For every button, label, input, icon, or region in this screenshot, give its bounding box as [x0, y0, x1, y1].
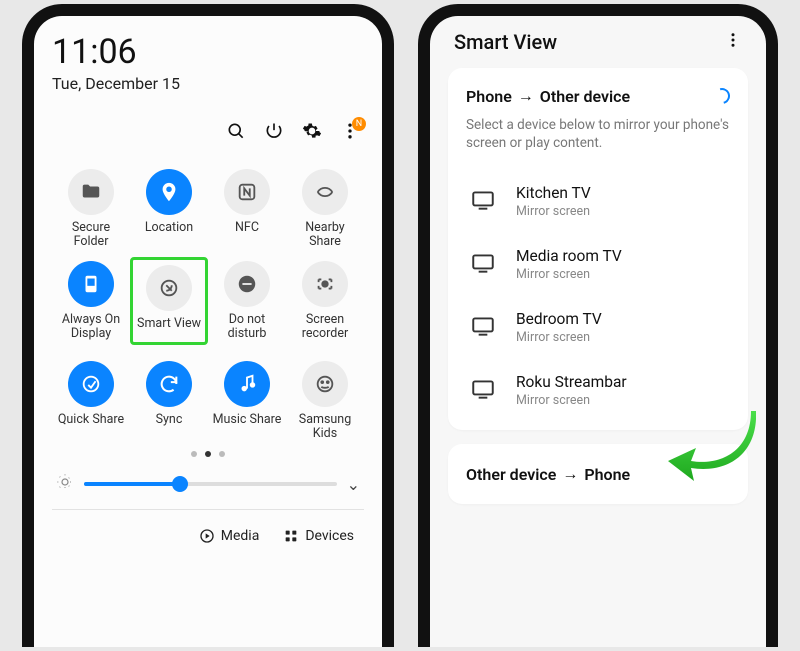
qs-toggle-always-on[interactable]: Always On Display	[52, 261, 130, 351]
smart-view-header: Smart View	[448, 26, 748, 68]
tv-icon	[470, 187, 496, 217]
device-mode: Mirror screen	[516, 267, 622, 282]
qshare-icon	[68, 361, 114, 407]
qs-toggle-label: Secure Folder	[56, 221, 126, 251]
device-item[interactable]: Bedroom TV Mirror screen	[466, 296, 730, 359]
tv-icon	[470, 313, 496, 343]
cast-icon	[146, 265, 192, 311]
qs-toggle-dnd[interactable]: Do not disturb	[208, 261, 286, 351]
loading-spinner-icon	[711, 85, 733, 107]
qs-toggle-label: NFC	[235, 221, 259, 251]
quick-settings-panel: 11:06 Tue, December 15 N Secure Folder Lo…	[22, 4, 394, 647]
brightness-icon	[56, 473, 74, 495]
brightness-slider[interactable]	[84, 482, 337, 486]
search-icon[interactable]	[226, 121, 246, 145]
device-name: Bedroom TV	[516, 310, 602, 328]
qs-toggle-label: Quick Share	[58, 413, 124, 443]
section-title: Other device → Phone	[466, 464, 730, 484]
qs-toggle-smart-view[interactable]: Smart View	[130, 261, 208, 351]
status-time: 11:06	[52, 32, 364, 72]
device-mode: Mirror screen	[516, 204, 591, 219]
qs-toggle-screen-recorder[interactable]: Screen recorder	[286, 261, 364, 351]
nearby-icon	[302, 169, 348, 215]
aod-icon	[68, 261, 114, 307]
kids-icon	[302, 361, 348, 407]
section-title: Phone → Other device	[466, 86, 730, 106]
qs-toggle-location[interactable]: Location	[130, 169, 208, 251]
tv-icon	[470, 376, 496, 406]
qs-toggle-label: Always On Display	[56, 313, 126, 343]
device-to-phone-card[interactable]: Other device → Phone	[448, 444, 748, 504]
sync-icon	[146, 361, 192, 407]
quick-settings-grid: Secure Folder Location NFC Nearby Share Alwa…	[52, 169, 364, 443]
notification-badge: N	[352, 117, 366, 131]
qs-toggle-quick-share[interactable]: Quick Share	[52, 361, 130, 443]
qs-toggle-samsung-kids[interactable]: Samsung Kids	[286, 361, 364, 443]
more-icon[interactable]	[724, 30, 742, 54]
qs-toggle-music-share[interactable]: Music Share	[208, 361, 286, 443]
device-name: Media room TV	[516, 247, 622, 265]
folder-icon	[68, 169, 114, 215]
pin-icon	[146, 169, 192, 215]
qs-toggle-label: Screen recorder	[290, 313, 360, 343]
section-subtitle: Select a device below to mirror your pho…	[466, 116, 730, 152]
rec-icon	[302, 261, 348, 307]
arrow-right-icon: →	[518, 86, 534, 106]
divider	[52, 509, 364, 510]
more-icon[interactable]: N	[340, 121, 360, 145]
device-mode: Mirror screen	[516, 330, 602, 345]
qs-toggle-sync[interactable]: Sync	[130, 361, 208, 443]
toolbar: N	[52, 121, 364, 145]
qs-toggle-label: Nearby Share	[290, 221, 360, 251]
nfc-icon	[224, 169, 270, 215]
device-mode: Mirror screen	[516, 393, 627, 408]
qs-toggle-secure-folder[interactable]: Secure Folder	[52, 169, 130, 251]
arrow-right-icon: →	[562, 464, 578, 484]
power-icon[interactable]	[264, 121, 284, 145]
media-button[interactable]: Media	[199, 528, 260, 544]
device-name: Roku Streambar	[516, 373, 627, 391]
device-item[interactable]: Media room TV Mirror screen	[466, 233, 730, 296]
brightness-row: ⌄	[52, 473, 364, 495]
device-name: Kitchen TV	[516, 184, 591, 202]
qs-toggle-label: Samsung Kids	[290, 413, 360, 443]
page-indicator	[52, 451, 364, 457]
qs-toggle-label: Smart View	[137, 317, 201, 347]
device-item[interactable]: Roku Streambar Mirror screen	[466, 359, 730, 422]
qs-toggle-nfc[interactable]: NFC	[208, 169, 286, 251]
chevron-down-icon[interactable]: ⌄	[347, 475, 360, 494]
phone-to-device-card: Phone → Other device Select a device bel…	[448, 68, 748, 430]
gear-icon[interactable]	[302, 121, 322, 145]
smart-view-screen: Smart View Phone → Other device Select a…	[418, 4, 778, 647]
qs-toggle-label: Sync	[156, 413, 183, 443]
qs-toggle-nearby-share[interactable]: Nearby Share	[286, 169, 364, 251]
qs-toggle-label: Do not disturb	[212, 313, 282, 343]
dnd-icon	[224, 261, 270, 307]
status-date: Tue, December 15	[52, 74, 364, 93]
mshare-icon	[224, 361, 270, 407]
tv-icon	[470, 250, 496, 280]
smart-view-title: Smart View	[454, 30, 557, 54]
qs-toggle-label: Location	[145, 221, 193, 251]
bottom-actions: Media Devices	[52, 528, 364, 544]
qs-toggle-label: Music Share	[213, 413, 282, 443]
device-list: Kitchen TV Mirror screen Media room TV Mirr…	[466, 170, 730, 422]
device-item[interactable]: Kitchen TV Mirror screen	[466, 170, 730, 233]
devices-button[interactable]: Devices	[283, 528, 354, 544]
